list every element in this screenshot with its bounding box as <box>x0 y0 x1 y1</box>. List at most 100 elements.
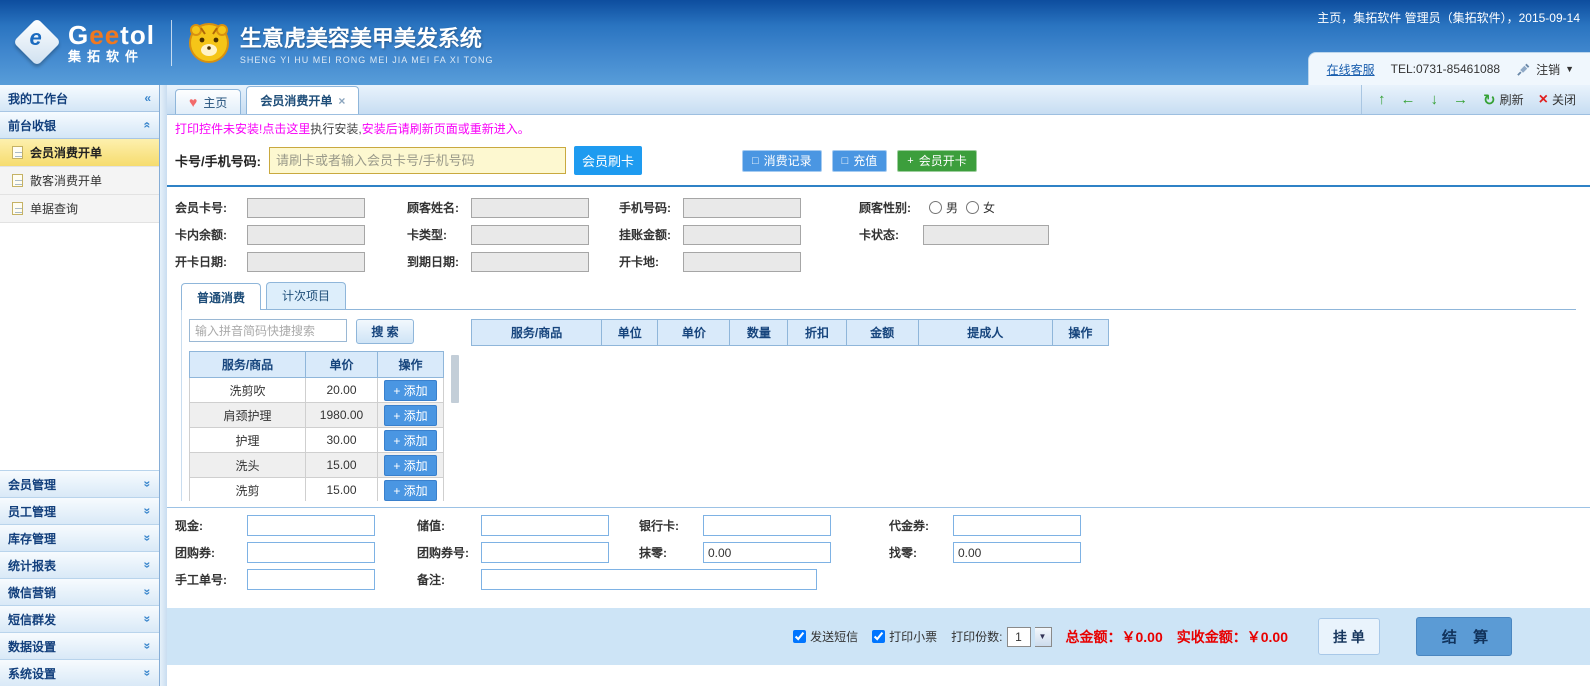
sidebar-group-sms[interactable]: 短信群发» <box>0 605 159 632</box>
chevron-down-icon: » <box>140 615 155 623</box>
print-copies-dropdown-icon[interactable]: ▼ <box>1034 626 1052 647</box>
card-number-input[interactable] <box>268 147 566 174</box>
sidebar-item-walkin-billing[interactable]: 散客消费开单 <box>0 167 159 195</box>
sidebar-group-staff-mgmt[interactable]: 员工管理» <box>0 497 159 524</box>
table-row: 洗剪 15.00 + 添加 <box>189 477 444 501</box>
cart-col-commission: 提成人 <box>917 319 1053 346</box>
plus-icon: + <box>907 154 914 167</box>
open-member-card-button[interactable]: + 会员开卡 <box>897 149 977 172</box>
logo-mark-icon: e <box>12 18 62 67</box>
online-service-link[interactable]: 在线客服 <box>1327 61 1375 78</box>
sidebar-group-wechat-marketing[interactable]: 微信营销» <box>0 578 159 605</box>
settle-button[interactable]: 结 算 <box>1416 617 1512 656</box>
gender-female-radio[interactable] <box>966 201 980 214</box>
arrow-up-icon[interactable]: ↑ <box>1378 91 1386 108</box>
send-sms-option: 发送短信 <box>793 628 858 645</box>
col-service: 服务/商品 <box>189 351 306 378</box>
logo-text: Geetol <box>68 20 155 51</box>
hold-order-button[interactable]: 挂 单 <box>1318 618 1380 655</box>
bank-card-input[interactable] <box>703 515 831 536</box>
arrow-down-icon[interactable]: ↓ <box>1431 91 1439 108</box>
add-item-button[interactable]: + 添加 <box>384 404 437 426</box>
close-button[interactable]: × 关闭 <box>1539 91 1576 109</box>
service-box: 在线客服 TEL:0731-85461088 注销 ▼ <box>1307 52 1590 85</box>
gender-label: 顾客性别: <box>859 201 911 215</box>
cart-col-service: 服务/商品 <box>470 319 603 346</box>
chevron-up-icon: « <box>140 121 155 129</box>
refresh-button[interactable]: ↻ 刷新 <box>1483 91 1524 109</box>
remark-input[interactable] <box>481 569 817 590</box>
pinyin-search-input[interactable] <box>189 319 347 342</box>
sidebar-group-member-mgmt[interactable]: 会员管理» <box>0 470 159 497</box>
add-item-button[interactable]: + 添加 <box>384 454 437 476</box>
chevron-down-icon: » <box>140 669 155 677</box>
add-item-button[interactable]: + 添加 <box>384 429 437 451</box>
voucher-input[interactable] <box>953 515 1081 536</box>
close-icon: × <box>1538 90 1548 108</box>
logo-subtext: 集拓软件 <box>68 48 145 64</box>
cart-col-price: 单价 <box>657 319 731 346</box>
sidebar-group-system-settings[interactable]: 系统设置» <box>0 659 159 686</box>
print-copies-value[interactable]: 1 <box>1006 626 1031 647</box>
card-type-label: 卡类型: <box>407 228 447 242</box>
expire-date-label: 到期日期: <box>407 255 459 269</box>
cart-table: 服务/商品 单位 单价 数量 折扣 金额 提成人 操作 <box>470 319 1110 346</box>
col-price: 单价 <box>305 351 378 378</box>
tab-nav-toolbar: ↑ ← ↓ → ↻ 刷新 × 关闭 <box>1361 85 1590 114</box>
billing-panel: 打印控件未安装!点击这里执行安装,安装后请刷新页面或重新进入。 卡号/手机号码:… <box>167 115 1590 686</box>
square-icon: □ <box>841 154 849 167</box>
tab-home[interactable]: ♥ 主页 <box>175 89 242 114</box>
send-sms-checkbox[interactable] <box>793 630 807 643</box>
logout-button[interactable]: 注销 ▼ <box>1516 61 1574 78</box>
sidebar-item-order-query[interactable]: 单据查询 <box>0 195 159 223</box>
balance-label: 卡内余额: <box>175 228 227 242</box>
tab-close-icon[interactable]: × <box>338 94 345 108</box>
rounding-field[interactable]: 0.00 <box>703 542 831 563</box>
arrow-right-icon[interactable]: → <box>1453 91 1468 108</box>
expire-date-field <box>471 251 589 272</box>
tab-normal-consume[interactable]: 普通消费 <box>181 283 262 310</box>
groupon-no-input[interactable] <box>481 542 609 563</box>
member-info-grid: 会员卡号: 顾客姓名: 手机号码: 顾客性别: 男 女 卡内余额: 卡类型: 挂… <box>167 187 1590 280</box>
top-header: e Geetol 集拓软件 生意虎美容美甲美发系统 SHENG YI HU ME… <box>0 0 1590 85</box>
tiger-mascot-icon <box>188 22 229 63</box>
cart-col-qty: 数量 <box>729 319 789 346</box>
print-ticket-checkbox[interactable] <box>872 630 886 643</box>
tab-member-billing[interactable]: 会员消费开单 × <box>246 86 360 114</box>
print-copies-label: 打印份数: <box>951 630 1003 644</box>
remark-label: 备注: <box>417 573 445 587</box>
add-item-button[interactable]: + 添加 <box>384 379 437 401</box>
manual-order-no-input[interactable] <box>247 569 375 590</box>
groupon-label: 团购券: <box>175 546 215 560</box>
app-brand: 生意虎美容美甲美发系统 SHENG YI HU MEI RONG MEI JIA… <box>188 21 494 65</box>
add-item-button[interactable]: + 添加 <box>384 479 437 501</box>
sidebar-group-statistics[interactable]: 统计报表» <box>0 551 159 578</box>
service-item-table: 服务/商品 单价 操作 洗剪吹 20.00 + 添加 肩颈护理 1980.00 … <box>189 351 444 501</box>
sidebar: 我的工作台 « 前台收银 « 会员消费开单 散客消费开单 单据查询 会员管理» … <box>0 85 160 686</box>
sidebar-item-member-billing[interactable]: 会员消费开单 <box>0 139 159 167</box>
logout-caret-icon: ▼ <box>1565 64 1574 74</box>
item-picker: 搜 索 服务/商品 单价 操作 <box>189 319 444 501</box>
consume-record-button[interactable]: □ 消费记录 <box>741 149 822 172</box>
groupon-input[interactable] <box>247 542 375 563</box>
sidebar-group-data-settings[interactable]: 数据设置» <box>0 632 159 659</box>
table-row: 洗头 15.00 + 添加 <box>189 452 444 478</box>
voucher-label: 代金券: <box>889 519 929 533</box>
item-table-scrollbar[interactable] <box>451 355 459 403</box>
stored-value-input[interactable] <box>481 515 609 536</box>
search-button[interactable]: 搜 索 <box>356 319 414 344</box>
change-field[interactable]: 0.00 <box>953 542 1081 563</box>
card-status-label: 卡状态: <box>859 228 899 242</box>
notice-install-link[interactable]: 打印控件未安装!点击这里 <box>175 122 310 136</box>
chevron-down-icon: » <box>140 642 155 650</box>
recharge-button[interactable]: □ 充值 <box>831 149 888 172</box>
gender-male-radio[interactable] <box>929 201 942 214</box>
member-swipe-button[interactable]: 会员刷卡 <box>573 146 642 175</box>
cash-input[interactable] <box>247 515 375 536</box>
tab-times-items[interactable]: 计次项目 <box>266 282 347 309</box>
arrow-left-icon[interactable]: ← <box>1401 91 1416 108</box>
sidebar-collapse-icon[interactable]: « <box>144 91 151 105</box>
sidebar-group-inventory-mgmt[interactable]: 库存管理» <box>0 524 159 551</box>
sidebar-splitter[interactable] <box>160 85 167 686</box>
group-front-desk[interactable]: 前台收银 « <box>0 112 159 139</box>
